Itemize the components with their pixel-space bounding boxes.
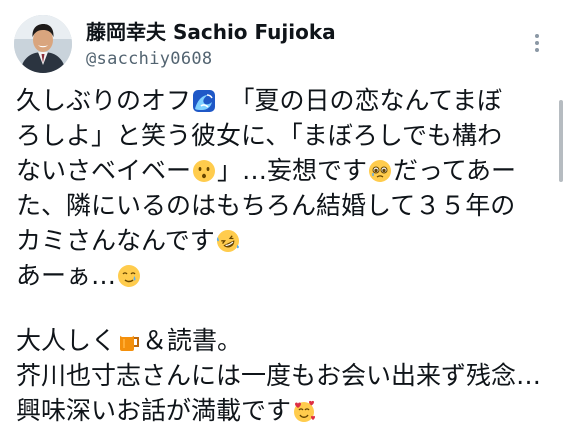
user-handle[interactable]: @sacchiy0608 — [86, 48, 212, 70]
tweet-text-segment: 」…妄想です — [217, 156, 368, 185]
more-vertical-icon — [535, 34, 539, 52]
face-holding-back-tears-emoji-icon — [368, 159, 392, 183]
tweet-line: あーぁ… — [16, 258, 552, 293]
more-options-button[interactable] — [522, 28, 552, 58]
scrollbar[interactable] — [559, 100, 563, 182]
tweet-text-segment: 久しぶりのオフ — [16, 86, 192, 115]
tweet-text-segment: カミさんなんです — [16, 226, 215, 255]
tweet-line: ろしよ」と笑う彼女に、「まぼろしでも構わ — [16, 118, 552, 153]
beer-mug-emoji-icon — [117, 329, 141, 353]
tweet-text-segment: ＆読書。 — [142, 326, 243, 355]
tweet-text-segment: だってあー — [393, 156, 517, 185]
tweet-text-segment: 「夏の日の恋なんてまぼ — [217, 86, 503, 115]
tweet-line: 興味深いお話が満載です — [16, 393, 552, 428]
smiling-face-with-hearts-emoji-icon — [292, 399, 316, 423]
tweet-line: カミさんなんです — [16, 223, 552, 258]
tweet-line: た、隣にいるのはもちろん結婚して３５年の — [16, 188, 552, 223]
tweet-text: 久しぶりのオフ 「夏の日の恋なんてまぼ ろしよ」と笑う彼女に、「まぼろしでも構わ… — [16, 83, 552, 428]
tweet-line: ないさベイベー 」…妄想です だってあー — [16, 153, 552, 188]
tweet-header: 藤岡幸夫 Sachio Fujioka @sacchiy0608 — [0, 0, 564, 80]
tweet-text-segment: あーぁ… — [16, 261, 117, 290]
kissing-face-emoji-icon — [192, 159, 216, 183]
tweet-line: 芥川也寸志さんには一度もお会い出来ず残念… — [16, 358, 552, 393]
tweet-text-segment: 大人しく — [16, 326, 117, 355]
tweet-text-segment: ないさベイベー — [16, 156, 192, 185]
tweet-text-segment: 興味深いお話が満載です — [16, 396, 292, 425]
tweet-line: 久しぶりのオフ 「夏の日の恋なんてまぼ — [16, 83, 552, 118]
tweet-line: 大人しく ＆読書。 — [16, 323, 552, 358]
tweet-text-segment: た、隣にいるのはもちろん結婚して３５年の — [16, 191, 516, 220]
tweet-card: 藤岡幸夫 Sachio Fujioka @sacchiy0608 久しぶりのオフ… — [0, 0, 564, 430]
tweet-text-segment: ろしよ」と笑う彼女に、「まぼろしでも構わ — [16, 121, 503, 150]
avatar-image — [14, 15, 72, 73]
display-name[interactable]: 藤岡幸夫 Sachio Fujioka — [86, 20, 336, 44]
rolling-on-floor-laughing-emoji-icon — [216, 229, 240, 253]
tweet-text-segment: 芥川也寸志さんには一度もお会い出来ず残念… — [16, 361, 542, 390]
smiling-face-with-tear-emoji-icon — [117, 264, 141, 288]
avatar[interactable] — [14, 15, 72, 73]
water-wave-emoji-icon — [192, 89, 216, 113]
